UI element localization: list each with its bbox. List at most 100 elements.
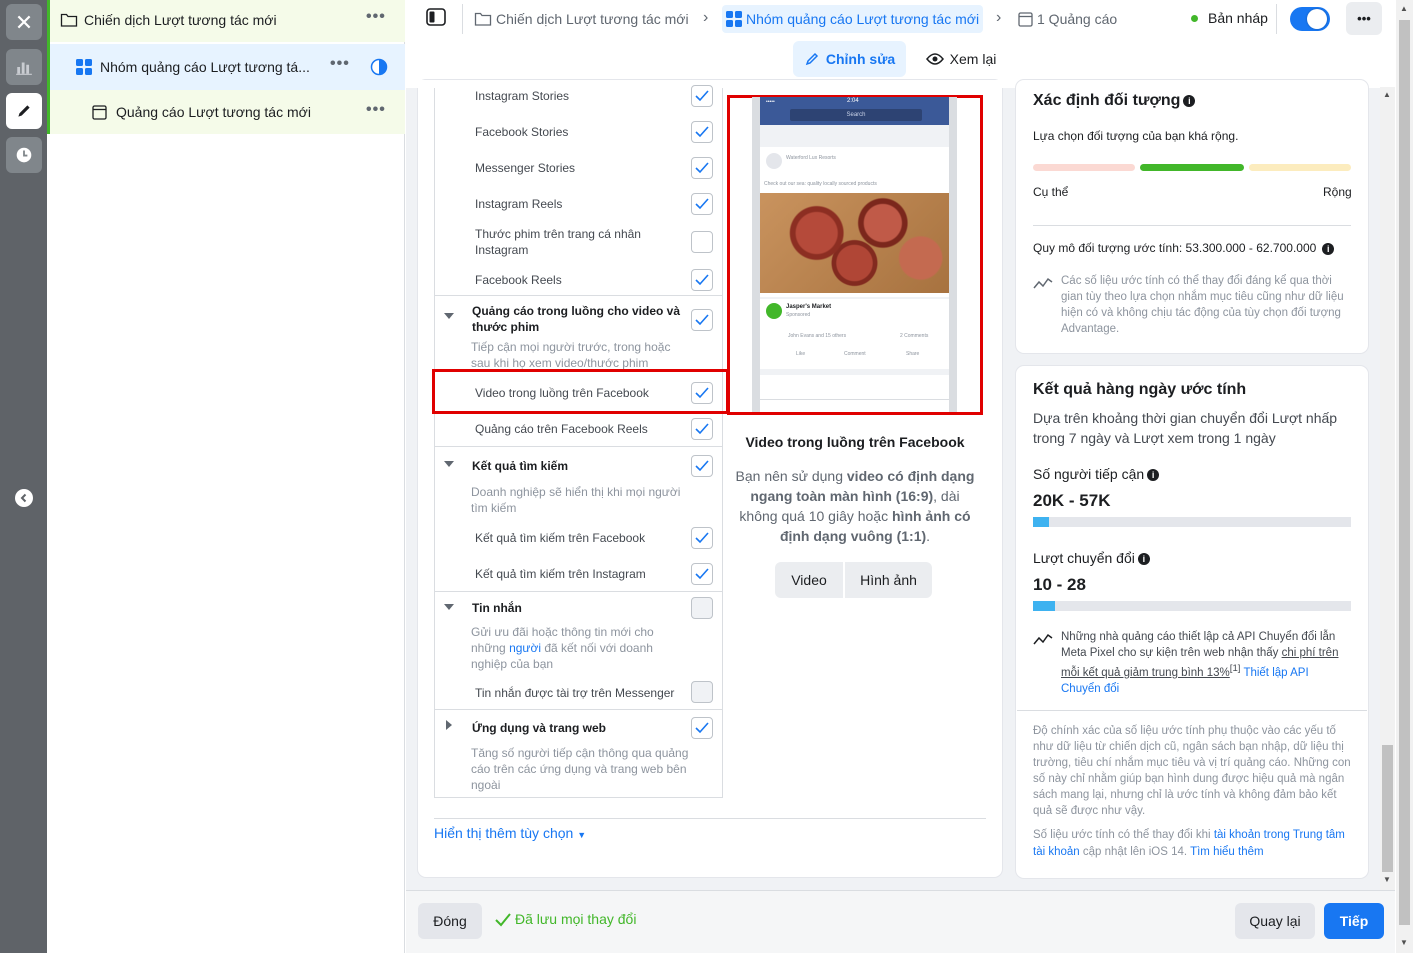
collapse-caret-icon[interactable] [444, 461, 454, 467]
scroll-down-icon[interactable]: ▼ [1383, 875, 1391, 884]
scroll-down-icon[interactable]: ▼ [1400, 938, 1408, 947]
checkbox-instagram-stories[interactable] [691, 85, 713, 107]
check-icon [695, 460, 709, 472]
reach-bar [1033, 517, 1351, 527]
mock-search: Search [790, 109, 922, 121]
adset-more-button[interactable]: ••• [330, 55, 350, 73]
tab-edit-label: Chỉnh sửa [825, 51, 896, 67]
sidebar-icon [426, 8, 446, 26]
tab-edit[interactable]: Chỉnh sửa [793, 41, 906, 77]
checkbox-instream-group[interactable] [691, 309, 713, 331]
preview-image-button[interactable]: Hình ảnh [845, 562, 932, 598]
breadcrumb-adset[interactable]: Nhóm quảng cáo Lượt tương tác mới [722, 5, 984, 33]
breadcrumb-campaign[interactable]: Chiến dịch Lượt tương tác mới [474, 8, 689, 30]
breadcrumb-ad-label: 1 Quảng cáo [1037, 11, 1118, 27]
checkbox-facebook-reels[interactable] [691, 269, 713, 291]
back-button[interactable]: Quay lại [1235, 903, 1315, 939]
expand-caret-icon[interactable] [446, 720, 452, 730]
mock-search-text: Search [846, 112, 866, 118]
info-icon[interactable]: i [1183, 94, 1196, 107]
audience-note: Các số liệu ước tính có thể thay đổi đán… [1061, 275, 1344, 335]
checkbox-fb-search[interactable] [691, 527, 713, 549]
placement-label: Thước phim trên trang cá nhân Instagram [475, 227, 641, 257]
show-more-label: Hiển thị thêm tùy chọn [434, 825, 574, 841]
audience-title: Xác định đối tượng i [1033, 92, 1196, 110]
check-icon [695, 423, 709, 435]
info-icon[interactable]: i [1147, 469, 1160, 482]
preview-video-button[interactable]: Video [775, 562, 843, 598]
grid-icon [76, 59, 92, 75]
mock-page: Waterford Lux Resorts [786, 155, 836, 161]
capi-tip: Những nhà quảng cáo thiết lập cả API Chu… [1061, 629, 1351, 697]
ios-note-text: Số liệu ước tính có thể thay đổi khi [1033, 829, 1214, 841]
ios-note-text: cập nhật lên iOS 14. [1079, 846, 1191, 858]
checkbox-messages-group[interactable] [691, 597, 713, 619]
conversions-bar [1033, 601, 1351, 611]
show-more-options-link[interactable]: Hiển thị thêm tùy chọn ▼ [434, 825, 586, 841]
tab-review[interactable]: Xem lại [921, 41, 1001, 77]
breadcrumb-campaign-label: Chiến dịch Lượt tương tác mới [496, 11, 689, 27]
tree-campaign[interactable]: Chiến dịch Lượt tương tác mới ••• [47, 0, 405, 42]
check-icon [695, 722, 709, 734]
edit-button[interactable] [6, 93, 42, 129]
next-button[interactable]: Tiếp [1324, 903, 1384, 939]
collapse-button[interactable] [15, 489, 33, 507]
checkbox-messenger-stories[interactable] [691, 157, 713, 179]
checkbox-facebook-stories[interactable] [691, 121, 713, 143]
placement-label: Facebook Stories [475, 125, 569, 139]
reach-label: Số người tiếp cận i [1033, 466, 1160, 482]
collapse-caret-icon[interactable] [444, 313, 454, 319]
scroll-thumb[interactable] [1399, 20, 1410, 925]
checkbox-search-group[interactable] [691, 455, 713, 477]
tree-ad[interactable]: Quảng cáo Lượt tương tác mới ••• [47, 90, 405, 134]
audience-subtitle: Lựa chọn đối tượng của bạn khá rộng. [1033, 129, 1239, 143]
chevron-left-icon [20, 493, 27, 503]
collapse-caret-icon[interactable] [444, 604, 454, 610]
group-title: Ứng dụng và trang web [472, 721, 606, 735]
mock-like: Like [796, 351, 806, 357]
info-icon[interactable]: i [1137, 553, 1150, 566]
mock-share: Share [906, 351, 920, 357]
campaign-more-button[interactable]: ••• [366, 8, 386, 26]
scroll-thumb[interactable] [1382, 745, 1393, 872]
breadcrumb-chevron-icon: › [996, 9, 1002, 26]
checkbox-ig-profile-reels[interactable] [691, 231, 713, 253]
specific-label: Cụ thể [1033, 185, 1069, 199]
close-footer-button[interactable]: Đóng [418, 903, 482, 939]
scroll-up-icon[interactable]: ▲ [1400, 4, 1408, 13]
group-desc-link[interactable]: người [509, 641, 541, 655]
conversions-label-text: Lượt chuyển đổi [1033, 550, 1135, 566]
charts-button[interactable] [6, 49, 42, 85]
checkbox-messenger-sponsored[interactable] [691, 681, 713, 703]
check-icon [695, 90, 709, 102]
folder-icon [60, 13, 78, 27]
tree-adset[interactable]: Nhóm quảng cáo Lượt tương tá... ••• [47, 44, 405, 90]
learn-more-link[interactable]: Tìm hiểu thêm [1190, 846, 1264, 858]
group-title: Tin nhắn [472, 601, 522, 615]
scroll-up-icon[interactable]: ▲ [1383, 90, 1391, 99]
tab-review-label: Xem lại [949, 51, 997, 67]
history-button[interactable] [6, 137, 42, 173]
mock-post: Check out our sea: quality locally sourc… [764, 181, 877, 187]
conversions-value: 10 - 28 [1033, 575, 1086, 594]
toggle-panel-button[interactable] [426, 8, 450, 30]
checkbox-ig-search[interactable] [691, 563, 713, 585]
group-desc: Tiếp cận mọi người trước, trong hoặc sau… [471, 340, 671, 370]
header-more-button[interactable]: ••• [1346, 2, 1382, 35]
daily-title: Kết quả hàng ngày ước tính [1033, 381, 1247, 398]
window-scrollbar[interactable]: ▲ ▼ [1396, 0, 1413, 953]
breadcrumb-ad[interactable]: 1 Quảng cáo [1018, 8, 1117, 30]
scrollbar[interactable]: ▲ ▼ [1380, 87, 1395, 890]
checkbox-fb-reels-ads[interactable] [691, 418, 713, 440]
food-image [760, 193, 949, 293]
active-toggle[interactable] [1290, 7, 1330, 31]
checkbox-instagram-reels[interactable] [691, 193, 713, 215]
ad-more-button[interactable]: ••• [366, 101, 386, 119]
audience-title-text: Xác định đối tượng [1033, 92, 1181, 109]
info-icon[interactable]: i [1322, 242, 1335, 255]
reach-value: 20K - 57K [1033, 491, 1111, 510]
close-button[interactable] [6, 4, 42, 40]
checkbox-apps-group[interactable] [691, 717, 713, 739]
placement-label: Messenger Stories [475, 161, 576, 175]
preview-desc-text: Bạn nên sử dụng [735, 468, 847, 484]
